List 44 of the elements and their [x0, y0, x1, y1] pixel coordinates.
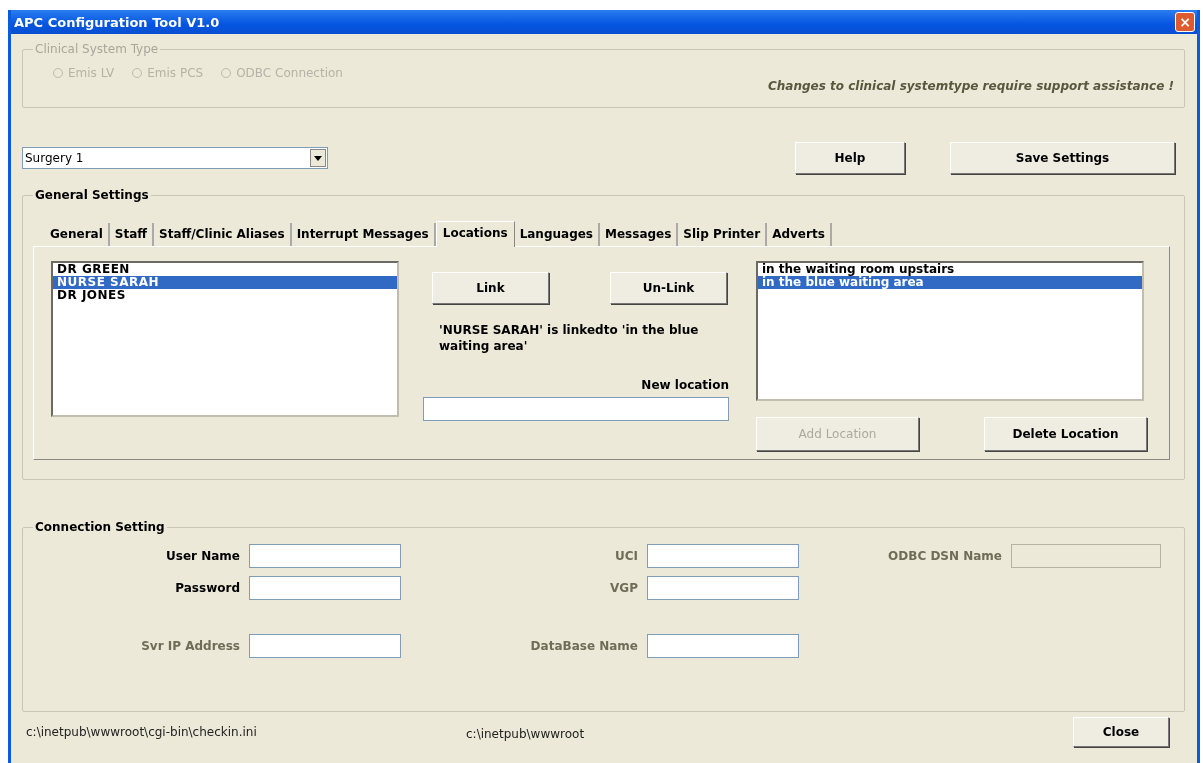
field-label: ODBC DSN Name — [888, 549, 1002, 563]
tab[interactable]: Languages — [514, 223, 600, 246]
text-field[interactable] — [249, 576, 401, 600]
text-field[interactable] — [249, 544, 401, 568]
text-field[interactable] — [647, 634, 799, 658]
path-text: c:\inetpub\wwwroot — [466, 727, 585, 741]
text-field[interactable] — [249, 634, 401, 658]
tab[interactable]: Staff/Clinic Aliases — [154, 223, 292, 246]
close-button[interactable]: Close — [1073, 717, 1169, 747]
tab[interactable]: Locations — [435, 221, 515, 247]
tab[interactable]: Adverts — [767, 223, 832, 246]
group-legend: Connection Setting — [33, 520, 167, 534]
list-item[interactable]: in the waiting room upstairs — [758, 263, 1142, 276]
new-location-field[interactable] — [423, 397, 729, 421]
field-label: DataBase Name — [530, 639, 638, 653]
text-field[interactable] — [647, 576, 799, 600]
link-button[interactable]: Un-Link — [610, 272, 727, 304]
tab[interactable]: Messages — [600, 223, 679, 246]
list-item[interactable]: in the blue waiting area — [758, 276, 1142, 289]
toolbar-button[interactable]: Save Settings — [950, 142, 1175, 174]
field-label: Svr IP Address — [141, 639, 240, 653]
group-legend: General Settings — [33, 188, 151, 202]
field-label: New location — [640, 378, 730, 392]
path-text: c:\inetpub\wwwroot\cgi-bin\checkin.ini — [26, 725, 258, 739]
tab[interactable]: Staff — [109, 223, 154, 246]
link-button[interactable]: Link — [432, 272, 549, 304]
surgery-dropdown[interactable]: Surgery 1 — [22, 147, 328, 169]
location-button[interactable]: Delete Location — [984, 417, 1147, 451]
link-message: 'NURSE SARAH' is linkedto 'in the blue waiting area' — [439, 322, 700, 355]
list-item[interactable]: DR JONES — [53, 289, 397, 302]
field-label: Password — [175, 581, 240, 595]
list-item[interactable]: DR GREEN — [53, 263, 397, 276]
tab[interactable]: General — [45, 223, 110, 246]
window-title: APC Configuration Tool V1.0 — [14, 14, 220, 30]
field-label: VGP — [610, 581, 638, 595]
list-item[interactable]: NURSE SARAH — [53, 276, 397, 289]
tab[interactable]: Slip Printer — [678, 223, 768, 246]
group-legend: Clinical System Type — [33, 42, 161, 56]
toolbar-button[interactable]: Help — [795, 142, 905, 174]
warning-note: Changes to clinical systemtype require support assistance ! — [767, 79, 1174, 93]
close-button[interactable]: × — [1175, 12, 1195, 32]
text-field[interactable] — [647, 544, 799, 568]
field-label: UCI — [615, 549, 638, 563]
field-label: User Name — [166, 549, 240, 563]
